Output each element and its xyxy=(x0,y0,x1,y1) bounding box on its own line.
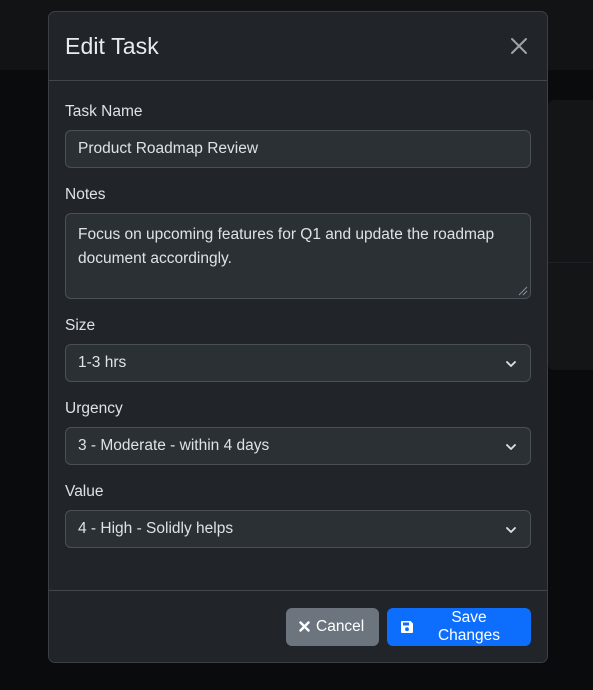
close-button[interactable] xyxy=(507,34,531,58)
notes-label: Notes xyxy=(65,186,106,203)
cancel-label: Cancel xyxy=(316,617,365,635)
size-label: Size xyxy=(65,317,96,334)
task-name-input[interactable] xyxy=(65,130,531,168)
background-divider xyxy=(548,262,593,263)
modal-header: Edit Task xyxy=(49,12,547,81)
floppy-disk-icon xyxy=(400,620,414,634)
chevron-down-icon xyxy=(506,444,516,450)
size-selected-value: 1-3 hrs xyxy=(78,354,127,371)
resize-grip-icon[interactable] xyxy=(518,286,528,296)
background-card xyxy=(548,100,593,370)
x-icon xyxy=(299,621,310,632)
chevron-down-icon xyxy=(506,361,516,367)
notes-group: Notes Focus on upcoming features for Q1 … xyxy=(65,185,531,299)
modal-body: Task Name Notes Focus on upcoming featur… xyxy=(49,81,547,591)
save-changes-button[interactable]: Save Changes xyxy=(387,607,531,646)
modal-footer: Cancel Save Changes xyxy=(49,590,547,662)
urgency-group: Urgency 3 - Moderate - within 4 days xyxy=(65,399,531,465)
notes-textarea[interactable]: Focus on upcoming features for Q1 and up… xyxy=(65,213,531,299)
value-selected-value: 4 - High - Solidly helps xyxy=(78,520,234,537)
value-group: Value 4 - High - Solidly helps xyxy=(65,482,531,548)
edit-task-modal: Edit Task Task Name Notes Focus on upcom… xyxy=(48,11,548,663)
task-name-label: Task Name xyxy=(65,103,143,120)
urgency-label: Urgency xyxy=(65,400,123,417)
save-label: Save Changes xyxy=(437,608,501,644)
urgency-selected-value: 3 - Moderate - within 4 days xyxy=(78,437,270,454)
modal-title: Edit Task xyxy=(65,32,159,59)
chevron-down-icon xyxy=(506,527,516,533)
cancel-button[interactable]: Cancel xyxy=(286,607,379,646)
task-name-group: Task Name xyxy=(65,102,531,168)
size-select[interactable]: 1-3 hrs xyxy=(65,344,531,382)
close-icon xyxy=(511,38,527,54)
value-select[interactable]: 4 - High - Solidly helps xyxy=(65,510,531,548)
value-label: Value xyxy=(65,483,104,500)
notes-wrapper: Focus on upcoming features for Q1 and up… xyxy=(65,213,531,299)
size-group: Size 1-3 hrs xyxy=(65,316,531,382)
urgency-select[interactable]: 3 - Moderate - within 4 days xyxy=(65,427,531,465)
